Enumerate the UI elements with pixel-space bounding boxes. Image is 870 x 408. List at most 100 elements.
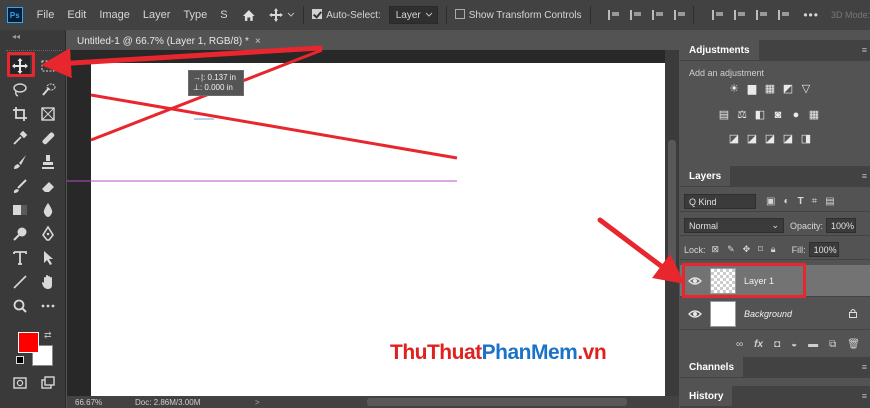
dodge-tool[interactable]	[10, 224, 30, 244]
adjustment-layer-icon[interactable]: ◒	[791, 339, 797, 350]
lock-image-icon[interactable]: ✎	[727, 244, 735, 255]
panel-menu-icon[interactable]: ≡	[862, 362, 867, 372]
pen-tool[interactable]	[38, 224, 58, 244]
distribute-top-icon[interactable]	[712, 10, 724, 20]
hue-saturation-icon[interactable]: ▤	[718, 109, 730, 121]
filter-smart-object-icon[interactable]: ▤	[825, 196, 834, 207]
panel-menu-icon[interactable]: ≡	[862, 391, 867, 401]
new-layer-icon[interactable]: ⧉	[829, 339, 836, 350]
default-colors-icon[interactable]	[16, 356, 24, 364]
align-left-icon[interactable]	[608, 10, 620, 20]
panel-menu-icon[interactable]: ≡	[862, 45, 867, 55]
layer-kind-filter[interactable]: Q Kind	[684, 194, 756, 209]
link-icon[interactable]: ∞	[736, 339, 743, 350]
layer-name[interactable]: Background	[744, 309, 792, 319]
color-balance-icon[interactable]: ⚖	[736, 109, 748, 121]
lock-position-icon[interactable]: ✥	[743, 244, 751, 255]
history-brush-tool[interactable]	[10, 176, 30, 196]
brightness-icon[interactable]: ☀	[728, 83, 740, 95]
move-tool-preset-picker[interactable]	[269, 8, 295, 22]
exposure-icon[interactable]: ◩	[782, 83, 794, 95]
vibrance-icon[interactable]: ▽	[800, 83, 812, 95]
home-icon[interactable]	[242, 9, 256, 22]
clone-stamp-tool[interactable]	[38, 152, 58, 172]
vertical-scrollbar[interactable]	[665, 50, 679, 396]
screen-mode-button[interactable]	[38, 373, 58, 393]
vertical-scroll-thumb[interactable]	[668, 140, 676, 270]
menu-type[interactable]: Type	[183, 9, 207, 21]
black-white-icon[interactable]: ◧	[754, 109, 766, 121]
blur-tool[interactable]	[38, 200, 58, 220]
frame-tool[interactable]	[38, 104, 58, 124]
brush-tool[interactable]	[10, 152, 30, 172]
show-transform-controls-checkbox[interactable]: Show Transform Controls	[454, 9, 582, 21]
auto-select-target-dropdown[interactable]: Layer	[388, 6, 438, 24]
lock-artboard-icon[interactable]: ⌑	[758, 244, 763, 255]
group-icon[interactable]: ▬	[808, 339, 818, 350]
levels-icon[interactable]: ▆	[746, 83, 758, 95]
collapse-toolbar-icon[interactable]: ◂◂	[12, 32, 20, 41]
fx-icon[interactable]: fx	[754, 339, 763, 350]
adjustments-tab[interactable]: Adjustments	[680, 40, 759, 60]
zoom-tool[interactable]	[10, 296, 30, 316]
align-center-icon[interactable]	[630, 10, 642, 20]
mask-icon[interactable]: ◘	[774, 339, 780, 350]
color-lookup-icon[interactable]: ▦	[808, 109, 820, 121]
menu-select[interactable]: S	[220, 9, 227, 21]
document-tab[interactable]: Untitled-1 @ 66.7% (Layer 1, RGB/8) * ×	[67, 32, 267, 50]
menu-edit[interactable]: Edit	[67, 9, 86, 21]
more-options-button[interactable]: •••	[803, 8, 819, 22]
marquee-tool[interactable]	[38, 56, 58, 76]
gradient-map-icon[interactable]: ◨	[800, 133, 812, 145]
layers-tab[interactable]: Layers	[680, 166, 731, 186]
gradient-tool[interactable]	[10, 200, 30, 220]
selective-color-icon[interactable]: ◪	[782, 133, 794, 145]
filter-pixel-icon[interactable]: ▣	[766, 196, 775, 207]
posterize-icon[interactable]: ◪	[746, 133, 758, 145]
history-tab[interactable]: History	[680, 386, 733, 406]
zoom-level[interactable]: 66.67%	[75, 398, 135, 407]
type-tool[interactable]	[10, 248, 30, 268]
quick-selection-tool[interactable]	[38, 80, 58, 100]
lock-transparent-icon[interactable]: ⊠	[712, 244, 720, 255]
path-selection-tool[interactable]	[38, 248, 58, 268]
distribute-horizontal-icon[interactable]	[777, 10, 790, 20]
quick-mask-button[interactable]	[10, 373, 30, 393]
menu-file[interactable]: File	[37, 9, 55, 21]
healing-brush-tool[interactable]	[38, 128, 58, 148]
eyedropper-tool[interactable]	[10, 128, 30, 148]
distribute-middle-icon[interactable]	[734, 10, 746, 20]
filter-type-icon[interactable]: T	[798, 196, 804, 207]
layer-row[interactable]: Background	[680, 298, 870, 330]
align-top-icon[interactable]	[673, 10, 686, 20]
delete-icon[interactable]: 🗑︎	[847, 339, 860, 350]
lock-all-icon[interactable]: 🔒︎	[771, 244, 776, 255]
filter-shape-icon[interactable]: ⌗	[812, 196, 818, 207]
lasso-tool[interactable]	[10, 80, 30, 100]
hand-tool[interactable]	[38, 272, 58, 292]
threshold-icon[interactable]: ◪	[764, 133, 776, 145]
channel-mixer-icon[interactable]: ●	[790, 109, 802, 121]
filter-adjustment-icon[interactable]: ◐	[783, 196, 789, 207]
status-menu-chevron[interactable]: >	[255, 398, 260, 407]
curves-icon[interactable]: ▦	[764, 83, 776, 95]
menu-layer[interactable]: Layer	[143, 9, 171, 21]
horizontal-scroll-thumb[interactable]	[367, 398, 627, 406]
fill-field[interactable]: 100%	[808, 242, 839, 257]
line-tool[interactable]	[10, 272, 30, 292]
swap-colors-icon[interactable]: ⇄	[44, 330, 52, 341]
edit-toolbar-button[interactable]	[38, 296, 58, 316]
invert-icon[interactable]: ◪	[728, 133, 740, 145]
auto-select-checkbox[interactable]: Auto-Select:	[312, 9, 381, 21]
eraser-tool[interactable]	[38, 176, 58, 196]
crop-tool[interactable]	[10, 104, 30, 124]
blend-mode-dropdown[interactable]: Normal ⌄	[684, 218, 784, 233]
channels-tab[interactable]: Channels	[680, 357, 744, 377]
close-tab-button[interactable]: ×	[255, 36, 261, 47]
foreground-color-swatch[interactable]	[18, 332, 39, 353]
opacity-field[interactable]: 100%	[826, 218, 857, 233]
eye-icon[interactable]	[688, 309, 702, 319]
photo-filter-icon[interactable]: ◙	[772, 109, 784, 121]
align-right-icon[interactable]	[651, 10, 664, 20]
distribute-bottom-icon[interactable]	[755, 10, 768, 20]
